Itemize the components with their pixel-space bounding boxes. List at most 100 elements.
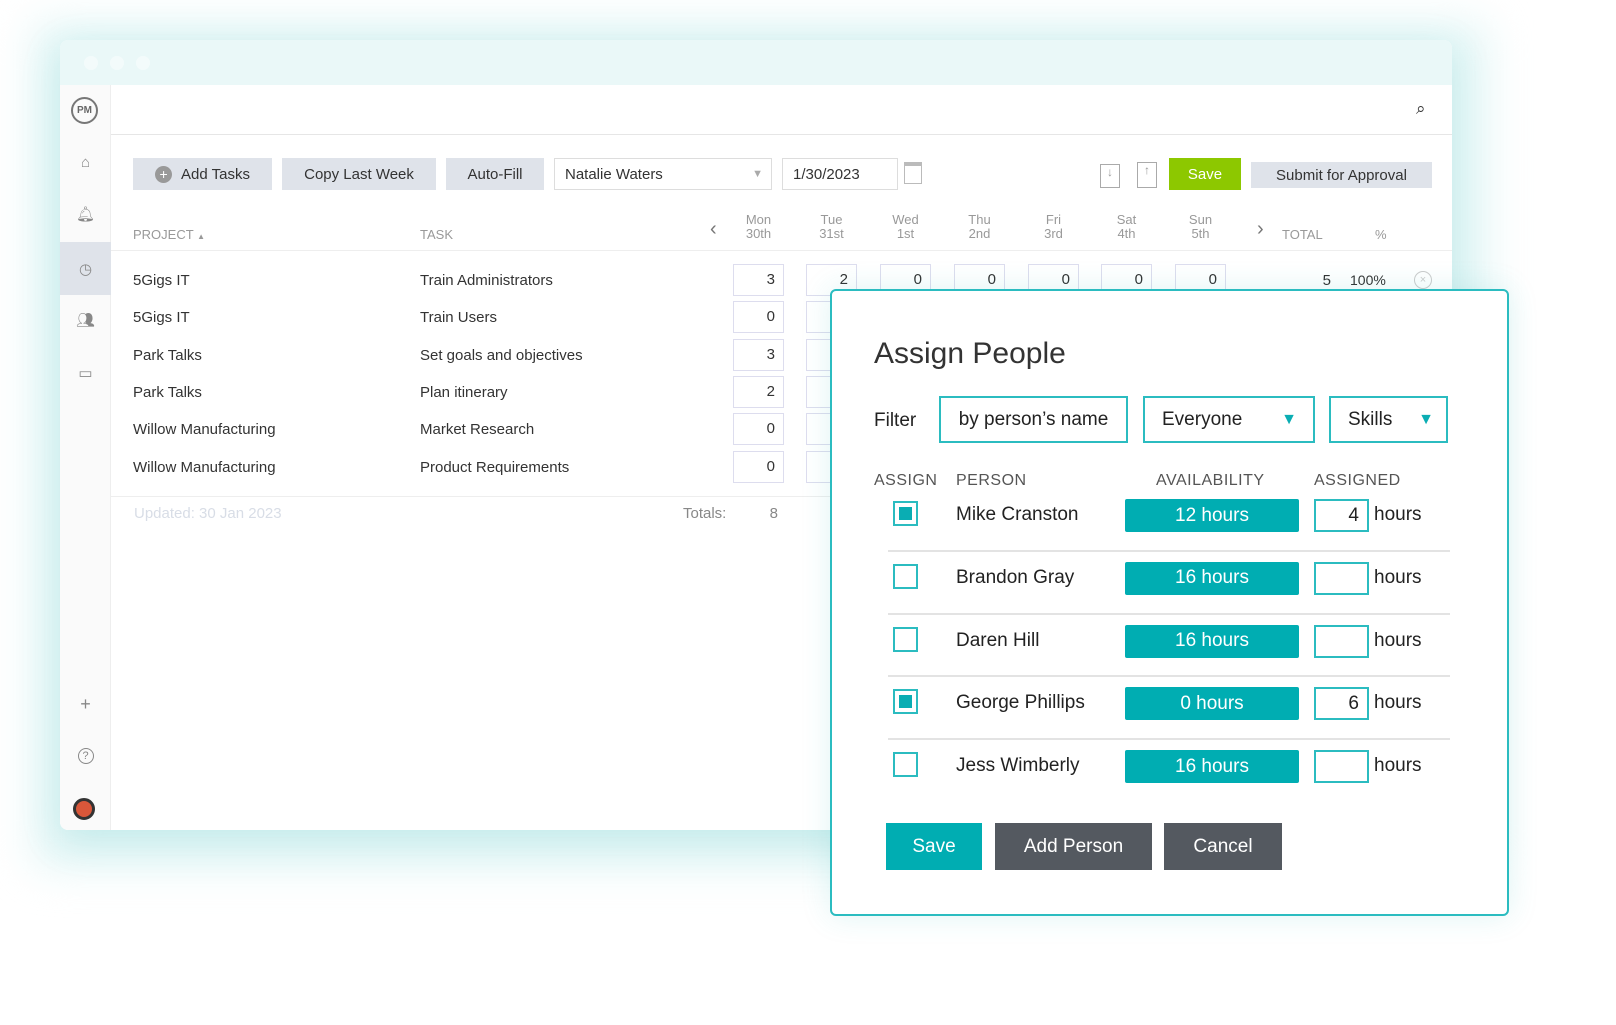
day-name: Wed xyxy=(892,212,919,227)
project-header-label: PROJECT xyxy=(133,227,194,242)
row-project[interactable]: Willow Manufacturing xyxy=(133,459,276,476)
row-task[interactable]: Train Users xyxy=(420,309,497,326)
user-select-value: Natalie Waters xyxy=(565,165,663,183)
assigned-hours-input[interactable]: 6 xyxy=(1314,687,1369,721)
row-project[interactable]: 5Gigs IT xyxy=(133,309,190,326)
row-project[interactable]: Willow Manufacturing xyxy=(133,421,276,438)
cancel-button[interactable]: Cancel xyxy=(1164,823,1282,870)
availability-badge: 16 hours xyxy=(1125,561,1299,595)
assign-checkbox[interactable] xyxy=(893,689,918,715)
assigned-hours-input[interactable] xyxy=(1314,750,1369,784)
assigned-hours-input[interactable]: 4 xyxy=(1314,499,1369,532)
window-minimize-dot[interactable] xyxy=(110,56,124,70)
hours-unit: hours xyxy=(1374,692,1422,714)
caret-down-icon: ▼ xyxy=(1418,410,1434,428)
divider xyxy=(111,250,1452,251)
people-icon[interactable]: 👥︎ xyxy=(60,295,111,345)
assign-checkbox[interactable] xyxy=(893,626,918,652)
row-divider xyxy=(888,549,1450,552)
search-icon[interactable]: ⌕ xyxy=(1416,99,1426,119)
add-tasks-button[interactable]: + Add Tasks xyxy=(133,158,272,190)
group-select[interactable]: Everyone ▼ xyxy=(1143,396,1315,443)
help-glyph: ? xyxy=(77,748,94,764)
next-week-icon[interactable]: › xyxy=(1257,218,1264,241)
window-close-dot[interactable] xyxy=(84,56,98,70)
day-name: Fri xyxy=(1045,212,1062,227)
date-input[interactable]: 1/30/2023 xyxy=(782,158,898,190)
dialog-save-button[interactable]: Save xyxy=(886,823,982,870)
project-header[interactable]: PROJECT ▲ xyxy=(133,228,205,244)
save-button[interactable]: Save xyxy=(1169,158,1241,190)
person-name: Mike Cranston xyxy=(956,504,1079,525)
share-icon[interactable]: ↑ xyxy=(1137,162,1157,188)
hours-input[interactable]: 2 xyxy=(733,375,784,408)
hours-input[interactable]: 0 xyxy=(733,301,784,334)
plus-circle-icon: + xyxy=(155,165,173,183)
row-divider xyxy=(888,675,1450,678)
assigned-hours-input[interactable] xyxy=(1314,624,1369,658)
row-divider xyxy=(888,612,1450,615)
assign-checkbox[interactable] xyxy=(893,501,918,526)
bell-icon[interactable]: 🔔︎ xyxy=(60,189,111,239)
name-filter-input[interactable]: by person’s name xyxy=(939,396,1128,443)
row-project[interactable]: Park Talks xyxy=(133,347,202,364)
submit-approval-button[interactable]: Submit for Approval xyxy=(1251,162,1432,188)
hours-input[interactable]: 0 xyxy=(733,413,784,446)
day-date: 31st xyxy=(819,226,844,241)
person-name: Jess Wimberly xyxy=(956,755,1080,777)
user-select[interactable]: Natalie Waters ▼ xyxy=(554,158,772,190)
prev-week-icon[interactable]: ‹ xyxy=(710,218,717,241)
assigned-hours-input[interactable] xyxy=(1314,561,1369,595)
chevron-down-icon: ▼ xyxy=(752,168,763,180)
plus-icon[interactable]: + xyxy=(60,679,111,729)
day-header: Mon 30th xyxy=(733,213,784,241)
day-name: Sat xyxy=(1116,212,1137,227)
task-header: TASK xyxy=(420,227,453,242)
updated-text: Updated: 30 Jan 2023 xyxy=(134,505,282,522)
auto-fill-button[interactable]: Auto-Fill xyxy=(446,158,544,190)
person-name: Brandon Gray xyxy=(956,566,1075,588)
logo[interactable]: PM xyxy=(71,97,98,124)
help-icon[interactable]: ? xyxy=(60,731,111,781)
window-maximize-dot[interactable] xyxy=(136,56,150,70)
add-tasks-label: Add Tasks xyxy=(181,165,250,183)
assign-people-dialog: Assign People Filter by person’s name Ev… xyxy=(830,289,1509,916)
day-name: Sun xyxy=(1188,212,1213,227)
row-task[interactable]: Market Research xyxy=(420,421,534,438)
day-date: 2nd xyxy=(968,226,991,241)
hours-input[interactable]: 0 xyxy=(733,450,784,483)
copy-last-week-button[interactable]: Copy Last Week xyxy=(282,158,436,190)
row-project[interactable]: Park Talks xyxy=(133,384,202,401)
calendar-icon[interactable] xyxy=(904,162,922,184)
assign-checkbox[interactable] xyxy=(893,563,918,589)
row-task[interactable]: Product Requirements xyxy=(420,459,569,476)
assign-header: ASSIGN xyxy=(874,472,938,489)
availability-badge: 0 hours xyxy=(1125,687,1299,721)
day-date: 4th xyxy=(1117,226,1136,241)
assign-checkbox[interactable] xyxy=(893,752,918,778)
row-task[interactable]: Plan itinerary xyxy=(420,384,508,401)
row-total: 5 xyxy=(1322,272,1331,289)
remove-row-icon[interactable]: × xyxy=(1414,271,1432,289)
add-person-button[interactable]: Add Person xyxy=(995,823,1152,870)
hours-unit: hours xyxy=(1374,755,1422,777)
avatar[interactable] xyxy=(73,798,95,820)
skills-select[interactable]: Skills ▼ xyxy=(1329,396,1448,443)
percent-header: % xyxy=(1375,227,1387,242)
row-task[interactable]: Set goals and objectives xyxy=(420,347,583,364)
clock-icon[interactable]: ◷ xyxy=(60,242,111,295)
person-name: George Phillips xyxy=(956,692,1085,714)
home-icon[interactable]: ⌂ xyxy=(60,137,111,187)
top-header: ⌕ xyxy=(111,85,1452,135)
row-task[interactable]: Train Administrators xyxy=(420,272,553,289)
download-icon[interactable]: ↓ xyxy=(1100,164,1120,188)
assigned-header: ASSIGNED xyxy=(1314,472,1401,489)
total-header: TOTAL xyxy=(1282,227,1323,242)
hours-input[interactable]: 3 xyxy=(733,338,784,371)
briefcase-icon[interactable]: ▭ xyxy=(60,348,111,398)
day-header: Wed 1st xyxy=(880,213,931,241)
day-name: Thu xyxy=(968,212,991,227)
row-project[interactable]: 5Gigs IT xyxy=(133,272,190,289)
hours-input[interactable]: 3 xyxy=(733,264,784,296)
day-date: 5th xyxy=(1191,226,1210,241)
